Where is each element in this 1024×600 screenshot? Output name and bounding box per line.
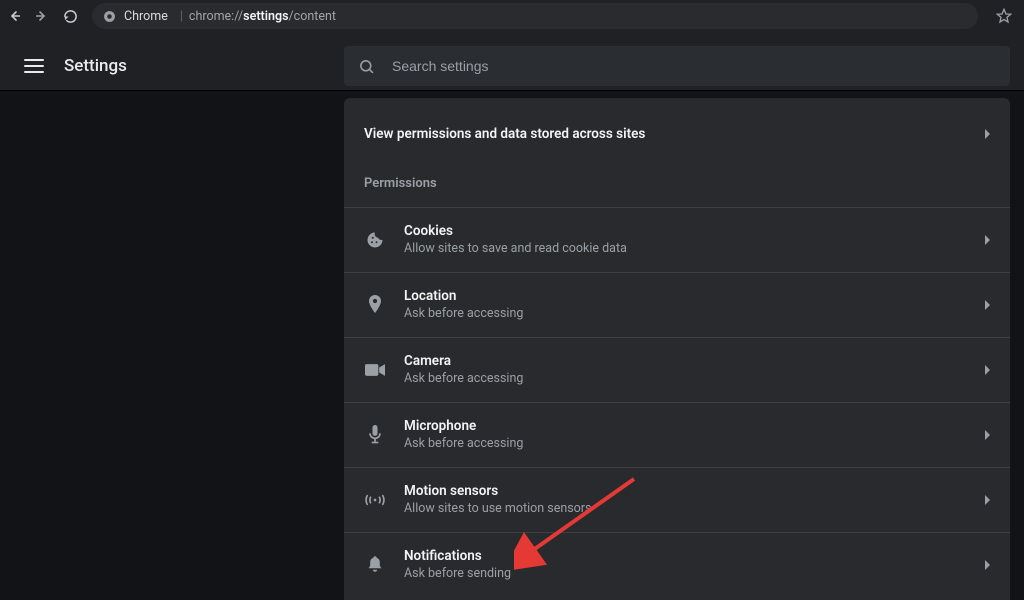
permission-sub: Ask before sending — [404, 565, 985, 583]
chevron-right-icon — [985, 300, 990, 310]
view-site-permissions-row[interactable]: View permissions and data stored across … — [344, 112, 1010, 170]
omnibox-app-label: Chrome — [124, 9, 168, 24]
back-button[interactable] — [0, 2, 28, 30]
cookie-icon — [364, 231, 386, 249]
search-settings-field[interactable] — [344, 46, 1010, 86]
chevron-right-icon — [985, 235, 990, 245]
chevron-right-icon — [985, 365, 990, 375]
permission-sub: Allow sites to use motion sensors — [404, 500, 985, 518]
search-settings-input[interactable] — [390, 57, 996, 75]
site-settings-panel: View permissions and data stored across … — [344, 98, 1010, 600]
permission-row-motion-sensors[interactable]: Motion sensors Allow sites to use motion… — [344, 467, 1010, 532]
permission-title: Location — [404, 287, 985, 305]
bookmark-star-button[interactable] — [990, 2, 1018, 30]
omnibox-url-scheme: chrome:// — [189, 9, 243, 24]
chevron-right-icon — [985, 560, 990, 570]
chrome-icon — [102, 9, 116, 23]
permission-row-notifications[interactable]: Notifications Ask before sending — [344, 532, 1010, 597]
permission-title: Motion sensors — [404, 482, 985, 500]
chevron-right-icon — [985, 430, 990, 440]
omnibox-divider: | — [180, 9, 183, 24]
motion-sensors-icon — [364, 492, 386, 508]
omnibox-url-host: settings — [243, 9, 288, 24]
omnibox-url-path: /content — [289, 9, 336, 24]
permissions-section-label: Permissions — [344, 170, 1010, 207]
microphone-icon — [364, 425, 386, 445]
forward-button[interactable] — [28, 2, 56, 30]
reload-button[interactable] — [56, 2, 84, 30]
permission-sub: Ask before accessing — [404, 305, 985, 323]
chevron-right-icon — [985, 495, 990, 505]
permission-sub: Allow sites to save and read cookie data — [404, 240, 985, 258]
permission-title: Cookies — [404, 222, 985, 240]
bell-icon — [364, 556, 386, 574]
permission-row-microphone[interactable]: Microphone Ask before accessing — [344, 402, 1010, 467]
permission-row-camera[interactable]: Camera Ask before accessing — [344, 337, 1010, 402]
omnibox[interactable]: Chrome | chrome:// settings /content — [92, 3, 978, 29]
permission-title: Notifications — [404, 547, 985, 565]
permission-sub: Ask before accessing — [404, 435, 985, 453]
permission-sub: Ask before accessing — [404, 370, 985, 388]
page-title: Settings — [64, 56, 127, 76]
location-icon — [364, 295, 386, 315]
permission-title: Camera — [404, 352, 985, 370]
view-site-permissions-label: View permissions and data stored across … — [364, 126, 985, 142]
menu-button[interactable] — [24, 56, 44, 76]
permission-title: Microphone — [404, 417, 985, 435]
search-icon — [358, 57, 376, 75]
permission-row-cookies[interactable]: Cookies Allow sites to save and read coo… — [344, 207, 1010, 272]
chevron-right-icon — [985, 129, 990, 139]
camera-icon — [364, 363, 386, 377]
settings-sidebar — [0, 91, 344, 600]
permission-row-location[interactable]: Location Ask before accessing — [344, 272, 1010, 337]
